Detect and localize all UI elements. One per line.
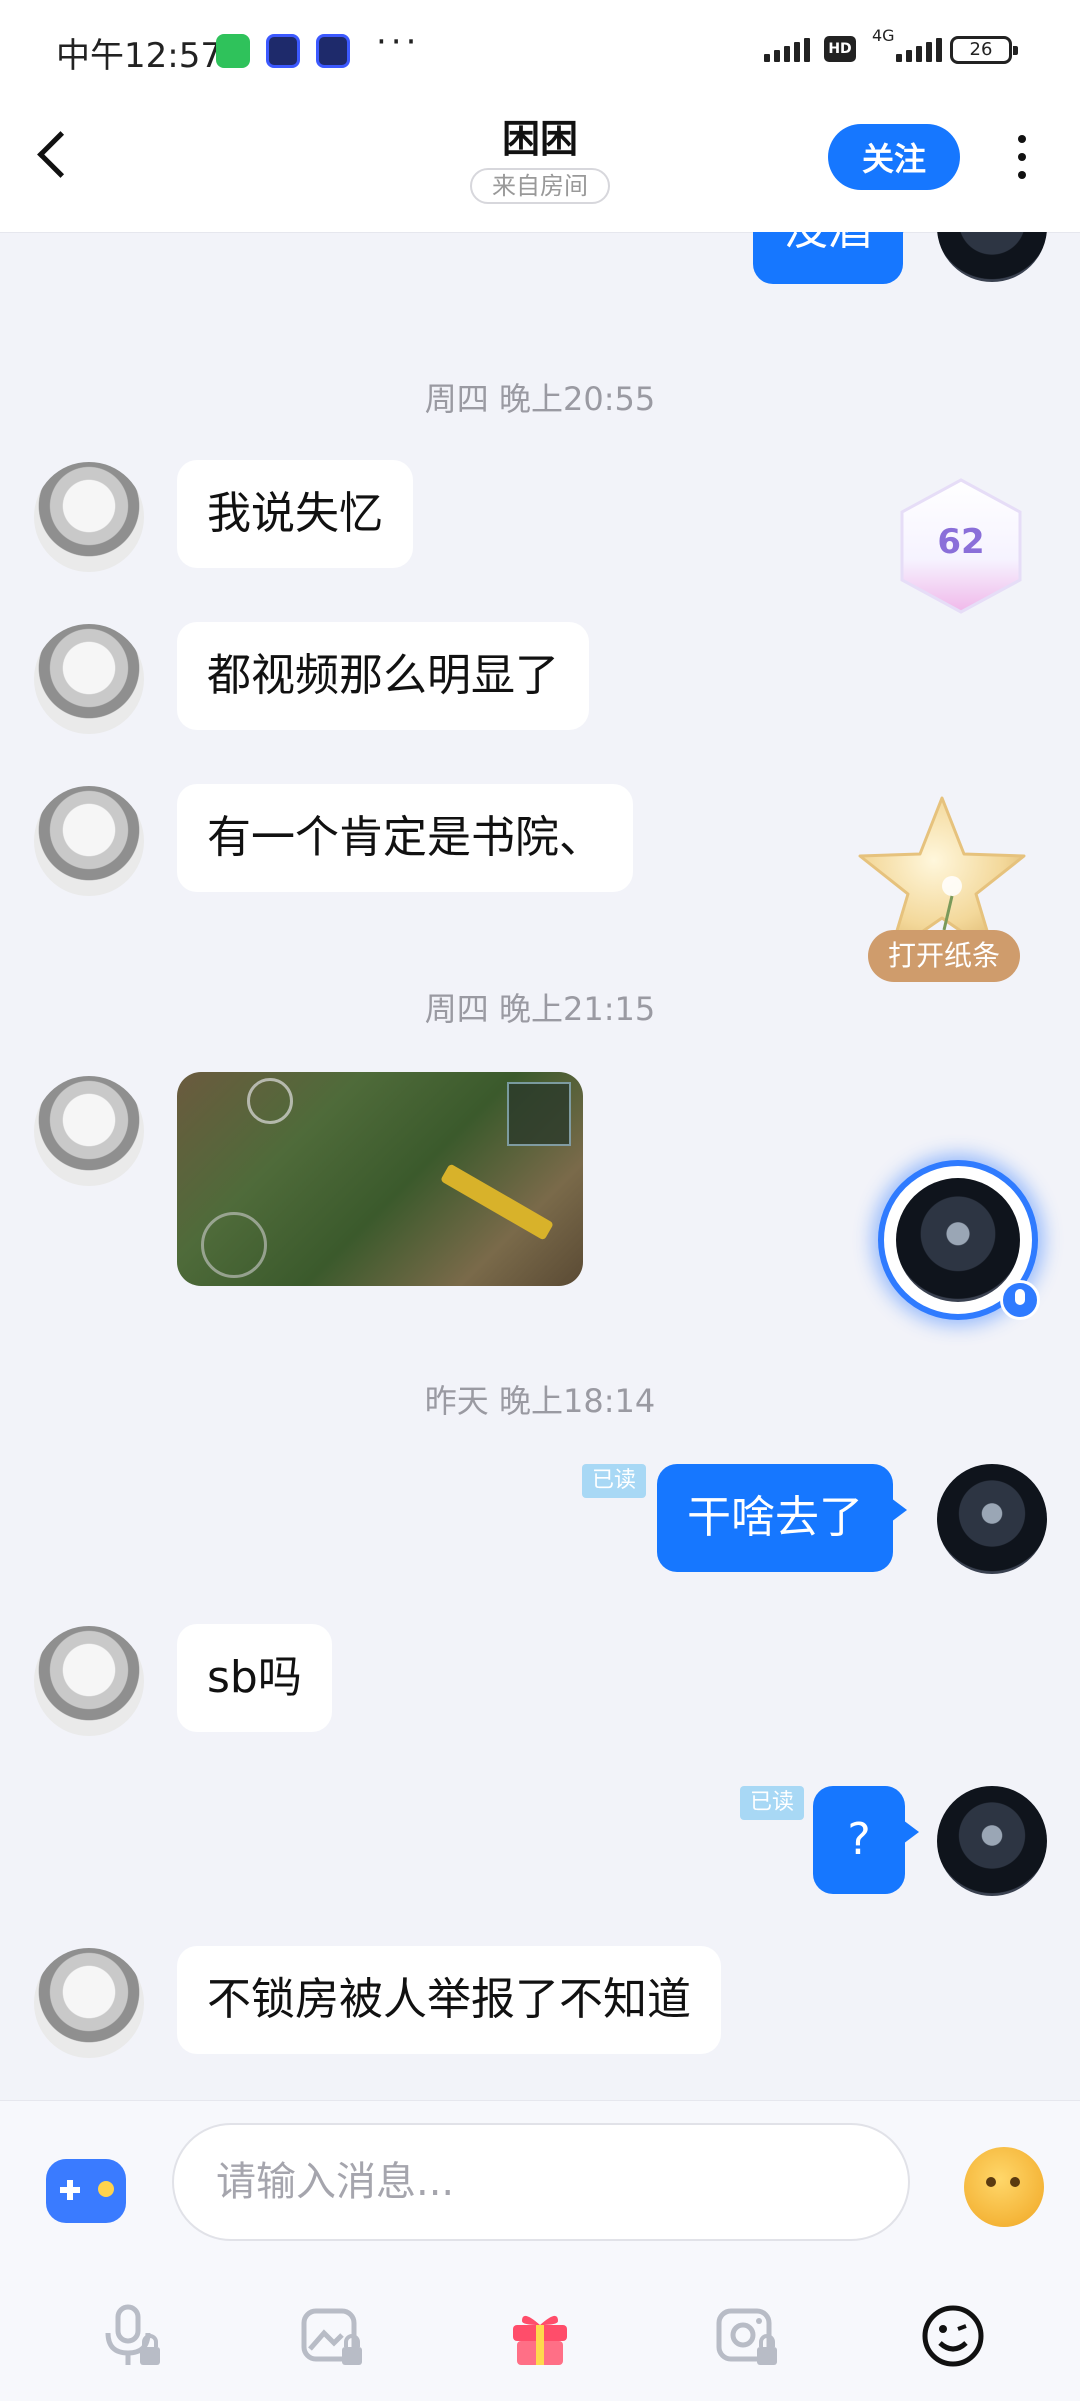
hd-icon: HD (824, 36, 856, 62)
message-bubble-in[interactable]: 有一个肯定是书院、 (177, 784, 633, 892)
avatar[interactable] (937, 232, 1047, 282)
read-status-badge: 已读 (582, 1464, 647, 1498)
avatar[interactable] (937, 1464, 1047, 1574)
message-bubble-in[interactable]: 都视频那么明显了 (177, 622, 589, 730)
avatar[interactable] (34, 786, 144, 896)
app-notification-icon (266, 34, 300, 68)
signal-icon-2 (896, 38, 942, 62)
message-bubble-in[interactable]: sb吗 (177, 1624, 332, 1732)
camera-locked-icon[interactable] (713, 2301, 783, 2371)
input-bar (0, 2100, 1080, 2401)
smile-icon[interactable] (918, 2301, 988, 2371)
read-status-badge: 已读 (740, 1786, 805, 1820)
message-bubble-out[interactable]: 没酒 (753, 232, 917, 284)
message-bubble-in[interactable]: 不锁房被人举报了不知道 (177, 1946, 721, 2054)
app-notification-icon-2 (316, 34, 350, 68)
avatar[interactable] (937, 1786, 1047, 1896)
timestamp: 昨天 晚上18:14 (424, 1382, 656, 1420)
emoji-sticker-icon[interactable] (964, 2147, 1044, 2227)
status-bar: 中午12:57 ··· HD 4G 26 (0, 0, 1080, 100)
message-bubble-in[interactable]: 我说失忆 (177, 460, 413, 568)
gift-icon[interactable] (505, 2301, 575, 2371)
timestamp: 周四 晚上20:55 (424, 380, 656, 418)
more-vertical-icon[interactable] (1004, 130, 1040, 184)
battery-icon: 26 (950, 36, 1018, 64)
message-bubble-out[interactable]: 干啥去了 (657, 1464, 907, 1572)
microphone-icon (1000, 1280, 1040, 1320)
image-message[interactable] (177, 1072, 583, 1286)
wechat-notification-icon (216, 34, 250, 68)
more-notifications-icon: ··· (376, 22, 421, 62)
avatar[interactable] (34, 624, 144, 734)
bottom-toolbar (0, 2291, 1080, 2381)
timestamp: 周四 晚上21:15 (424, 990, 656, 1028)
level-value: 62 (937, 522, 985, 562)
top-bar: 中午12:57 ··· HD 4G 26 困困 来自房间 关注 (0, 0, 1080, 233)
avatar[interactable] (34, 1948, 144, 2058)
level-hexagon-widget[interactable]: 62 (896, 476, 1026, 616)
status-time: 中午12:57 (56, 36, 222, 76)
room-source-tag: 来自房间 (470, 168, 610, 204)
network-type: 4G (872, 26, 895, 45)
open-note-button[interactable]: 打开纸条 (868, 930, 1020, 982)
signal-icon (764, 38, 810, 62)
voice-locked-icon[interactable] (96, 2301, 166, 2371)
avatar[interactable] (34, 1076, 144, 1186)
message-input[interactable] (172, 2123, 910, 2241)
follow-button[interactable]: 关注 (828, 124, 960, 190)
avatar[interactable] (34, 1626, 144, 1736)
album-locked-icon[interactable] (298, 2301, 368, 2371)
avatar[interactable] (34, 462, 144, 572)
message-bubble-out[interactable]: ? (813, 1786, 919, 1894)
gamepad-icon[interactable] (46, 2159, 126, 2223)
